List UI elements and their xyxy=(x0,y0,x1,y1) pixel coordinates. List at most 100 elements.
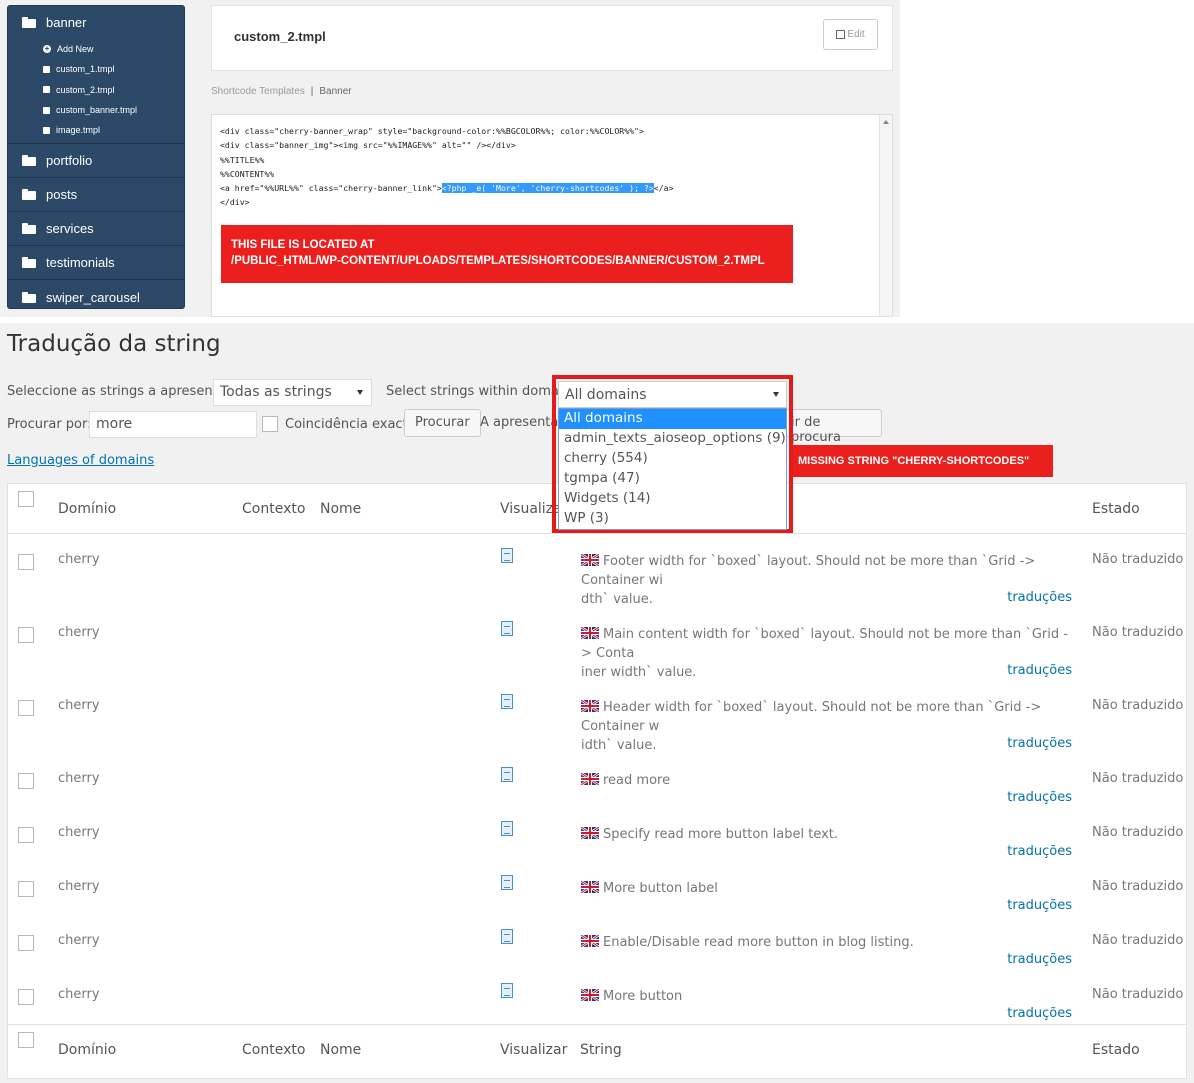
code-selection: <?php _e( 'More', 'cherry-shortcodes' );… xyxy=(441,183,654,194)
row-domain: cherry xyxy=(58,625,100,640)
view-document-icon[interactable] xyxy=(501,548,513,567)
string-filter-select[interactable]: Todas as strings xyxy=(213,379,372,406)
translations-link[interactable]: traduções xyxy=(1007,898,1072,913)
row-string: Specify read more button label text. xyxy=(581,825,1075,844)
row-domain: cherry xyxy=(58,879,100,894)
sidebar-item-custom-banner[interactable]: custom_banner.tmpl xyxy=(8,100,184,120)
row-checkbox[interactable] xyxy=(18,700,34,716)
column-name[interactable]: Nome xyxy=(320,501,361,517)
table-row: cherry Main content width for `boxed` la… xyxy=(8,615,1186,685)
row-string: Header width for `boxed` layout. Should … xyxy=(581,698,1075,755)
clear-search-button[interactable]: ir de procura xyxy=(782,409,882,445)
code-editor[interactable]: <div class="cherry-banner_wrap" style="b… xyxy=(211,114,893,317)
row-checkbox[interactable] xyxy=(18,773,34,789)
breadcrumb-separator: | xyxy=(310,86,314,97)
comment-icon xyxy=(43,126,50,134)
view-document-icon[interactable] xyxy=(501,694,513,713)
translations-link[interactable]: traduções xyxy=(1007,844,1072,859)
search-label: Procurar por: xyxy=(7,417,92,432)
column-string[interactable]: String xyxy=(580,1042,622,1058)
sidebar-item-label: custom_2.tmpl xyxy=(56,84,115,95)
row-string: Enable/Disable read more button in blog … xyxy=(581,933,1075,952)
sidebar-item-label: custom_banner.tmpl xyxy=(56,105,138,116)
sidebar-item-custom-2[interactable]: custom_2.tmpl xyxy=(8,80,184,100)
translations-link[interactable]: traduções xyxy=(1007,736,1072,751)
code-text[interactable]: <div class="cherry-banner_wrap" style="b… xyxy=(220,124,674,210)
sidebar-folder-label: swiper_carousel xyxy=(46,289,140,305)
column-context[interactable]: Contexto xyxy=(242,1042,305,1058)
translations-link[interactable]: traduções xyxy=(1007,790,1072,805)
sidebar-folder-swiper-carousel[interactable]: swiper_carousel xyxy=(8,280,184,314)
view-document-icon[interactable] xyxy=(501,929,513,948)
breadcrumb: Shortcode Templates | Banner xyxy=(211,86,352,97)
row-string-text: More button xyxy=(603,989,683,1004)
row-checkbox[interactable] xyxy=(18,881,34,897)
column-domain[interactable]: Domínio xyxy=(58,501,116,517)
select-all-checkbox[interactable] xyxy=(18,491,34,507)
select-all-checkbox-footer[interactable] xyxy=(18,1032,34,1048)
domain-option[interactable]: tgmpa (47) xyxy=(559,469,786,489)
search-button[interactable]: Procurar xyxy=(404,409,481,437)
domain-option[interactable]: cherry (554) xyxy=(559,449,786,469)
row-checkbox[interactable] xyxy=(18,827,34,843)
comment-icon xyxy=(43,106,50,114)
document-icon xyxy=(501,929,513,944)
view-document-icon[interactable] xyxy=(501,767,513,786)
translations-link[interactable]: traduções xyxy=(1007,663,1072,678)
search-input[interactable]: more xyxy=(89,411,257,438)
sidebar-folder-banner[interactable]: banner xyxy=(8,6,184,39)
view-document-icon[interactable] xyxy=(501,983,513,1002)
column-domain[interactable]: Domínio xyxy=(58,1042,116,1058)
column-status[interactable]: Estado xyxy=(1092,501,1140,517)
sidebar-folder-testimonials[interactable]: testimonials xyxy=(8,246,184,281)
translations-link[interactable]: traduções xyxy=(1007,590,1072,605)
domain-select-value: All domains xyxy=(565,387,647,403)
sidebar-folder-services[interactable]: services xyxy=(8,212,184,247)
uk-flag-icon xyxy=(581,989,599,1001)
exact-match-checkbox[interactable] xyxy=(262,416,278,432)
table-row: cherry read more traduções Não traduzido xyxy=(8,761,1186,813)
translations-link[interactable]: traduções xyxy=(1007,952,1072,967)
domain-filter-label: Select strings within domain: xyxy=(386,384,576,399)
view-document-icon[interactable] xyxy=(501,621,513,640)
file-title: custom_2.tmpl xyxy=(234,29,326,44)
translations-link[interactable]: traduções xyxy=(1007,1006,1072,1021)
row-string-text: More button label xyxy=(603,881,718,896)
column-name[interactable]: Nome xyxy=(320,1042,361,1058)
domain-select[interactable]: All domains xyxy=(558,381,787,408)
domain-option[interactable]: admin_texts_aioseop_options (9) xyxy=(559,429,786,449)
edit-button[interactable]: Edit xyxy=(823,19,878,50)
document-icon xyxy=(501,621,513,636)
domain-option[interactable]: Widgets (14) xyxy=(559,489,786,509)
sidebar-folder-posts[interactable]: posts xyxy=(8,178,184,213)
row-checkbox[interactable] xyxy=(18,554,34,570)
domain-option[interactable]: All domains xyxy=(559,409,786,429)
sidebar-item-add-new[interactable]: + Add New xyxy=(8,39,184,59)
sidebar-folder-portfolio[interactable]: portfolio xyxy=(8,144,184,179)
domain-dropdown-highlight: All domains All domains admin_texts_aios… xyxy=(552,375,793,533)
languages-of-domains-link[interactable]: Languages of domains xyxy=(7,453,154,468)
row-domain: cherry xyxy=(58,825,100,840)
column-context[interactable]: Contexto xyxy=(242,501,305,517)
view-document-icon[interactable] xyxy=(501,821,513,840)
document-icon xyxy=(501,767,513,782)
row-domain: cherry xyxy=(58,698,100,713)
row-checkbox[interactable] xyxy=(18,627,34,643)
domain-option[interactable]: WP (3) xyxy=(559,509,786,529)
template-editor-screen: banner + Add New custom_1.tmpl custom_2.t… xyxy=(0,0,900,317)
template-sidebar: banner + Add New custom_1.tmpl custom_2.t… xyxy=(7,5,185,309)
breadcrumb-root[interactable]: Shortcode Templates xyxy=(211,86,305,97)
column-status[interactable]: Estado xyxy=(1092,1042,1140,1058)
code-scrollbar[interactable] xyxy=(879,115,892,316)
string-translation-screen: Tradução da string Seleccione as strings… xyxy=(0,323,1194,1083)
sidebar-item-image[interactable]: image.tmpl xyxy=(8,120,184,140)
view-document-icon[interactable] xyxy=(501,875,513,894)
folder-icon xyxy=(22,257,36,269)
table-row: cherry More button traduções Não traduzi… xyxy=(8,977,1186,1023)
sidebar-item-custom-1[interactable]: custom_1.tmpl xyxy=(8,59,184,79)
row-checkbox[interactable] xyxy=(18,935,34,951)
page-title: Tradução da string xyxy=(7,331,221,357)
folder-icon xyxy=(22,189,36,201)
row-string-text: read more xyxy=(603,773,671,788)
row-checkbox[interactable] xyxy=(18,989,34,1005)
